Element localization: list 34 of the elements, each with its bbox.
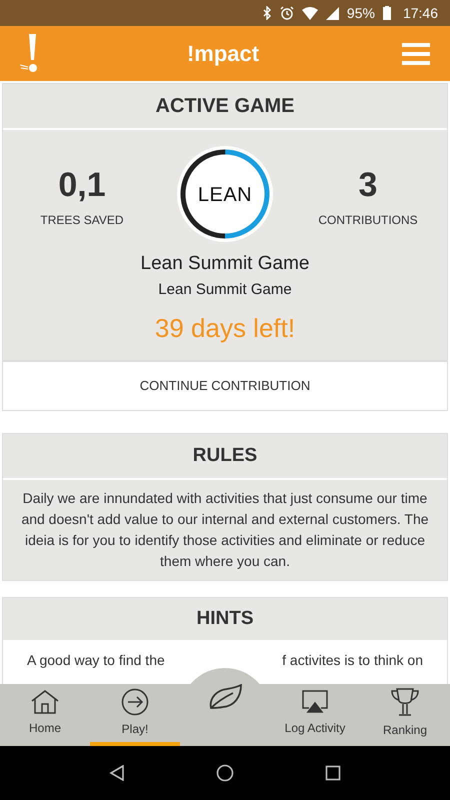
back-icon[interactable]: [109, 765, 126, 781]
house-icon: [30, 689, 60, 715]
arrow-circle-icon: [121, 688, 149, 716]
rules-text: Daily we are innundated with activities that just consume our time and doesn't add value to our internal and external customers. The ideia is for you to identify those activities and eliminate or reduce them where you can.: [20, 489, 430, 571]
nav-tab[interactable]: Ranking: [360, 684, 450, 746]
signal-icon: [326, 6, 339, 20]
trophy-icon: [391, 687, 419, 717]
leaf-icon: [207, 684, 243, 712]
alarm-icon: [280, 6, 294, 20]
trees-label: TREES SAVED: [40, 212, 124, 228]
battery-percent: 95%: [346, 4, 375, 22]
continue-button[interactable]: CONTINUE CONTRIBUTION: [2, 361, 448, 411]
clock-time: 17:46: [402, 4, 438, 22]
section-title: RULES: [192, 444, 258, 468]
app-title: !mpact: [186, 40, 260, 68]
game-subtitle: Lean Summit Game: [158, 280, 292, 300]
wifi-icon: [302, 6, 318, 20]
contributions-count: 3: [358, 164, 378, 206]
section-title: ACTIVE GAME: [156, 94, 294, 119]
game-title: Lean Summit Game: [140, 252, 310, 276]
hints-text: f activites is to think on: [282, 651, 423, 670]
nav-tab[interactable]: Log Activity: [270, 684, 360, 746]
section-title: HINTS: [196, 606, 254, 631]
home-circle-icon[interactable]: [216, 764, 234, 782]
bluetooth-icon: [262, 6, 272, 20]
hints-text: A good way to find the: [27, 651, 165, 670]
battery-icon: [382, 6, 391, 20]
contributions-label: CONTRIBUTIONS: [318, 212, 418, 228]
trees-count: 0,1: [58, 164, 106, 206]
days-left: 39 days left!: [154, 312, 296, 345]
airplay-icon: [301, 689, 329, 715]
logo-text: LEAN: [198, 183, 252, 208]
nav-tab[interactable]: Home: [0, 684, 90, 746]
recents-icon[interactable]: [324, 765, 341, 781]
